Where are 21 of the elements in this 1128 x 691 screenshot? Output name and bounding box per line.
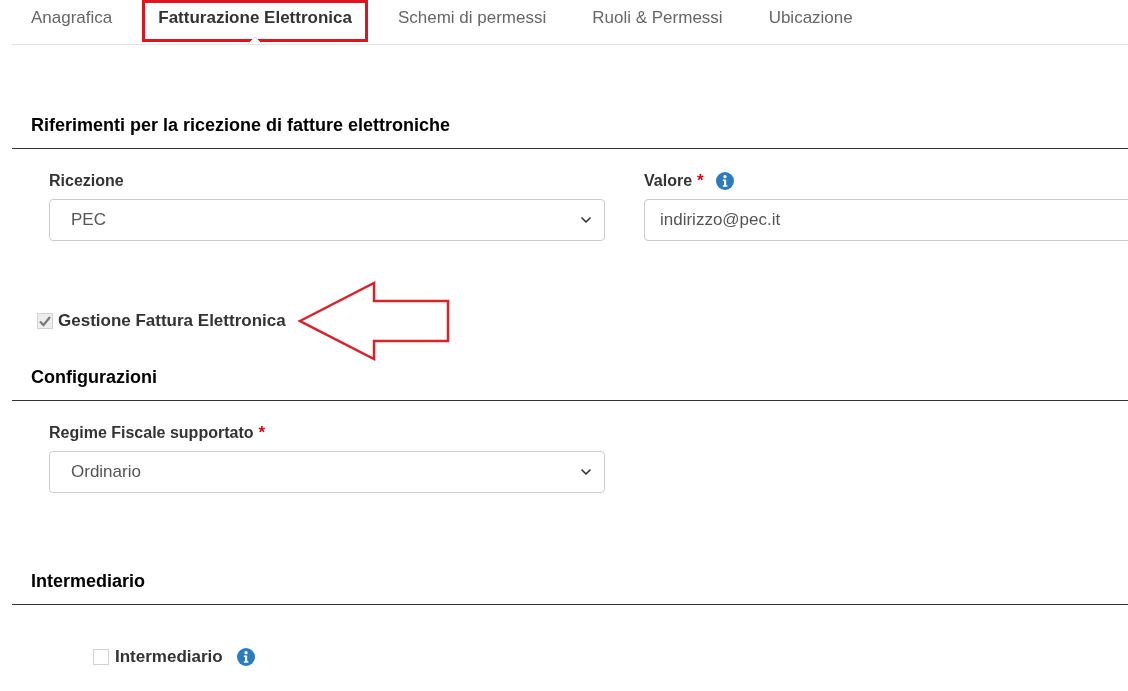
tab[interactable]: Ubicazione <box>752 0 869 42</box>
checkbox[interactable] <box>93 649 109 665</box>
tab[interactable]: Anagrafica <box>15 0 129 42</box>
text-field[interactable]: indirizzo@pec.it <box>644 199 1128 241</box>
checkbox-label: Intermediario <box>115 646 223 669</box>
field-label: Valore <box>644 171 693 191</box>
section-heading: Configurazioni <box>31 366 158 389</box>
tab[interactable]: Ruoli & Permessi <box>576 0 739 42</box>
checkbox[interactable] <box>37 313 53 329</box>
select-field[interactable]: PEC <box>49 199 605 241</box>
check-icon <box>38 314 52 328</box>
required-mark: * <box>258 422 266 445</box>
section-heading: Riferimenti per la ricezione di fatture elettroniche <box>31 114 452 137</box>
field-label: Regime Fiscale supportato <box>49 423 254 443</box>
tab[interactable]: Fatturazione Elettronica <box>142 0 368 42</box>
checkbox-label: Gestione Fattura Elettronica <box>58 310 286 333</box>
tab[interactable]: Schemi di permessi <box>381 0 563 42</box>
select-field[interactable]: Ordinario <box>49 451 605 493</box>
field-label: Ricezione <box>49 171 124 191</box>
required-mark: * <box>697 170 704 193</box>
section-heading: Intermediario <box>31 570 147 593</box>
